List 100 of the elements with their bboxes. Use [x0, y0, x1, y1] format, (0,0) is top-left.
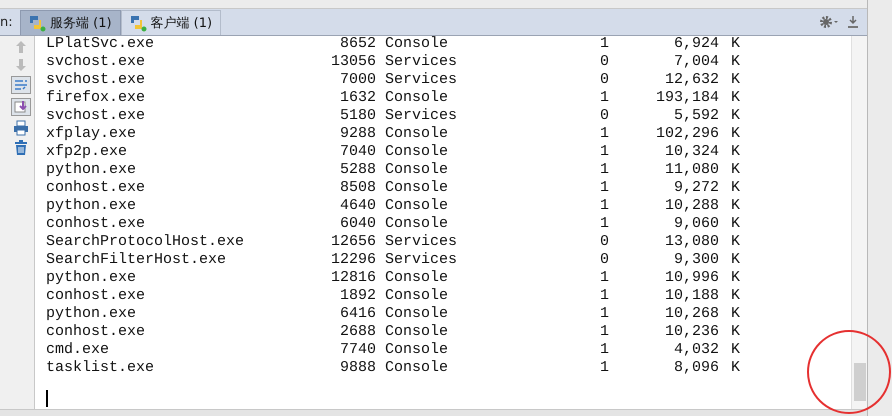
console-text: 1 — [600, 286, 609, 304]
console-text: conhost.exe — [46, 286, 146, 304]
console-text: K — [731, 36, 740, 52]
console-text: 10,188 — [664, 286, 719, 304]
console-text: 9,060 — [674, 214, 719, 232]
console-text: Console — [385, 286, 448, 304]
soft-wrap-icon[interactable] — [11, 76, 31, 94]
console-text: Console — [385, 340, 448, 358]
console-text: Console — [385, 304, 448, 322]
console-text: K — [731, 340, 740, 358]
console-text: conhost.exe — [46, 214, 146, 232]
console-text: Console — [385, 88, 448, 106]
console-text: K — [731, 286, 740, 304]
console-tab[interactable]: 客户端 (1) — [120, 10, 222, 34]
console-text: 1 — [600, 36, 609, 52]
console-text: Console — [385, 322, 448, 340]
console-text: Services — [385, 106, 458, 124]
console-text: conhost.exe — [46, 322, 146, 340]
console-text: LPlatSvc.exe — [46, 36, 154, 52]
console-text: Services — [385, 232, 458, 250]
console-text: 12,632 — [664, 70, 719, 88]
console-text: K — [731, 304, 740, 322]
console-text: xfp2p.exe — [46, 142, 128, 160]
console-text: K — [731, 52, 740, 70]
console-text: 6,924 — [674, 36, 719, 52]
console-text: Console — [385, 196, 448, 214]
console-tab[interactable]: 服务端 (1) — [20, 10, 121, 34]
console-text: 8508 — [340, 178, 376, 196]
console-text: python.exe — [46, 160, 136, 178]
console-text: 1 — [600, 178, 609, 196]
console-text: 1 — [600, 88, 609, 106]
text-cursor — [46, 390, 48, 407]
console-text: SearchProtocolHost.exe — [46, 232, 244, 250]
console-text: 1 — [600, 142, 609, 160]
console-text: Console — [385, 36, 448, 52]
console-text: svchost.exe — [46, 70, 146, 88]
console-text: 193,184 — [656, 88, 719, 106]
console-text: Console — [385, 124, 448, 142]
console-text: 12816 — [330, 268, 376, 286]
console-text: 10,996 — [664, 268, 719, 286]
console-text: 10,324 — [664, 142, 719, 160]
console-text: 0 — [600, 106, 609, 124]
console-text: tasklist.exe — [46, 358, 154, 376]
console-text: K — [731, 232, 740, 250]
console-text: 7000 — [340, 70, 376, 88]
console-text: 9,300 — [674, 250, 719, 268]
console-text: svchost.exe — [46, 106, 146, 124]
console-text: 1 — [600, 196, 609, 214]
console-text: 7040 — [340, 142, 376, 160]
console-text: 4640 — [340, 196, 376, 214]
console-text: K — [731, 250, 740, 268]
gear-icon[interactable] — [819, 15, 839, 29]
console-text: 8,096 — [674, 358, 719, 376]
console-text: 11,080 — [664, 160, 719, 178]
console-text: 1 — [600, 268, 609, 286]
console-text: K — [731, 178, 740, 196]
console-text: python.exe — [46, 304, 136, 322]
console-text: 0 — [600, 52, 609, 70]
console-text: 4,032 — [674, 340, 719, 358]
print-icon[interactable] — [13, 120, 29, 136]
console-text: 1 — [600, 304, 609, 322]
console-text: xfplay.exe — [46, 124, 136, 142]
console-text: Console — [385, 160, 448, 178]
console-text: K — [731, 214, 740, 232]
console-text: 10,268 — [664, 304, 719, 322]
console-text: 10,236 — [664, 322, 719, 340]
scroll-to-end-icon[interactable] — [11, 98, 31, 116]
console-text: Console — [385, 358, 448, 376]
console-text: K — [731, 358, 740, 376]
console-text: Console — [385, 268, 448, 286]
console-text: 7,004 — [674, 52, 719, 70]
console-text: 1 — [600, 214, 609, 232]
console-text: conhost.exe — [46, 178, 146, 196]
console-text: 13,080 — [664, 232, 719, 250]
trash-icon[interactable] — [14, 140, 28, 156]
console-text: 1632 — [340, 88, 376, 106]
console-text: 10,288 — [664, 196, 719, 214]
download-icon[interactable] — [847, 15, 859, 29]
console-text: svchost.exe — [46, 52, 146, 70]
console-text: 9,272 — [674, 178, 719, 196]
console-text: 1 — [600, 124, 609, 142]
console-text: 13056 — [330, 52, 376, 70]
console-text: K — [731, 88, 740, 106]
console-text: 1 — [600, 322, 609, 340]
console-text: K — [731, 196, 740, 214]
console-text: K — [731, 124, 740, 142]
console-text: Console — [385, 178, 448, 196]
console-text: firefox.exe — [46, 88, 146, 106]
console-text: 12656 — [330, 232, 376, 250]
console-text: Console — [385, 214, 448, 232]
console-text: K — [731, 268, 740, 286]
scrollbar-thumb[interactable] — [854, 363, 866, 401]
console-text: K — [731, 322, 740, 340]
console-text: 7740 — [340, 340, 376, 358]
console-text: python.exe — [46, 268, 136, 286]
console-text: 5288 — [340, 160, 376, 178]
console-text: 0 — [600, 232, 609, 250]
console-text: python.exe — [46, 196, 136, 214]
console-text: cmd.exe — [46, 340, 110, 358]
console-text: 5,592 — [674, 106, 719, 124]
